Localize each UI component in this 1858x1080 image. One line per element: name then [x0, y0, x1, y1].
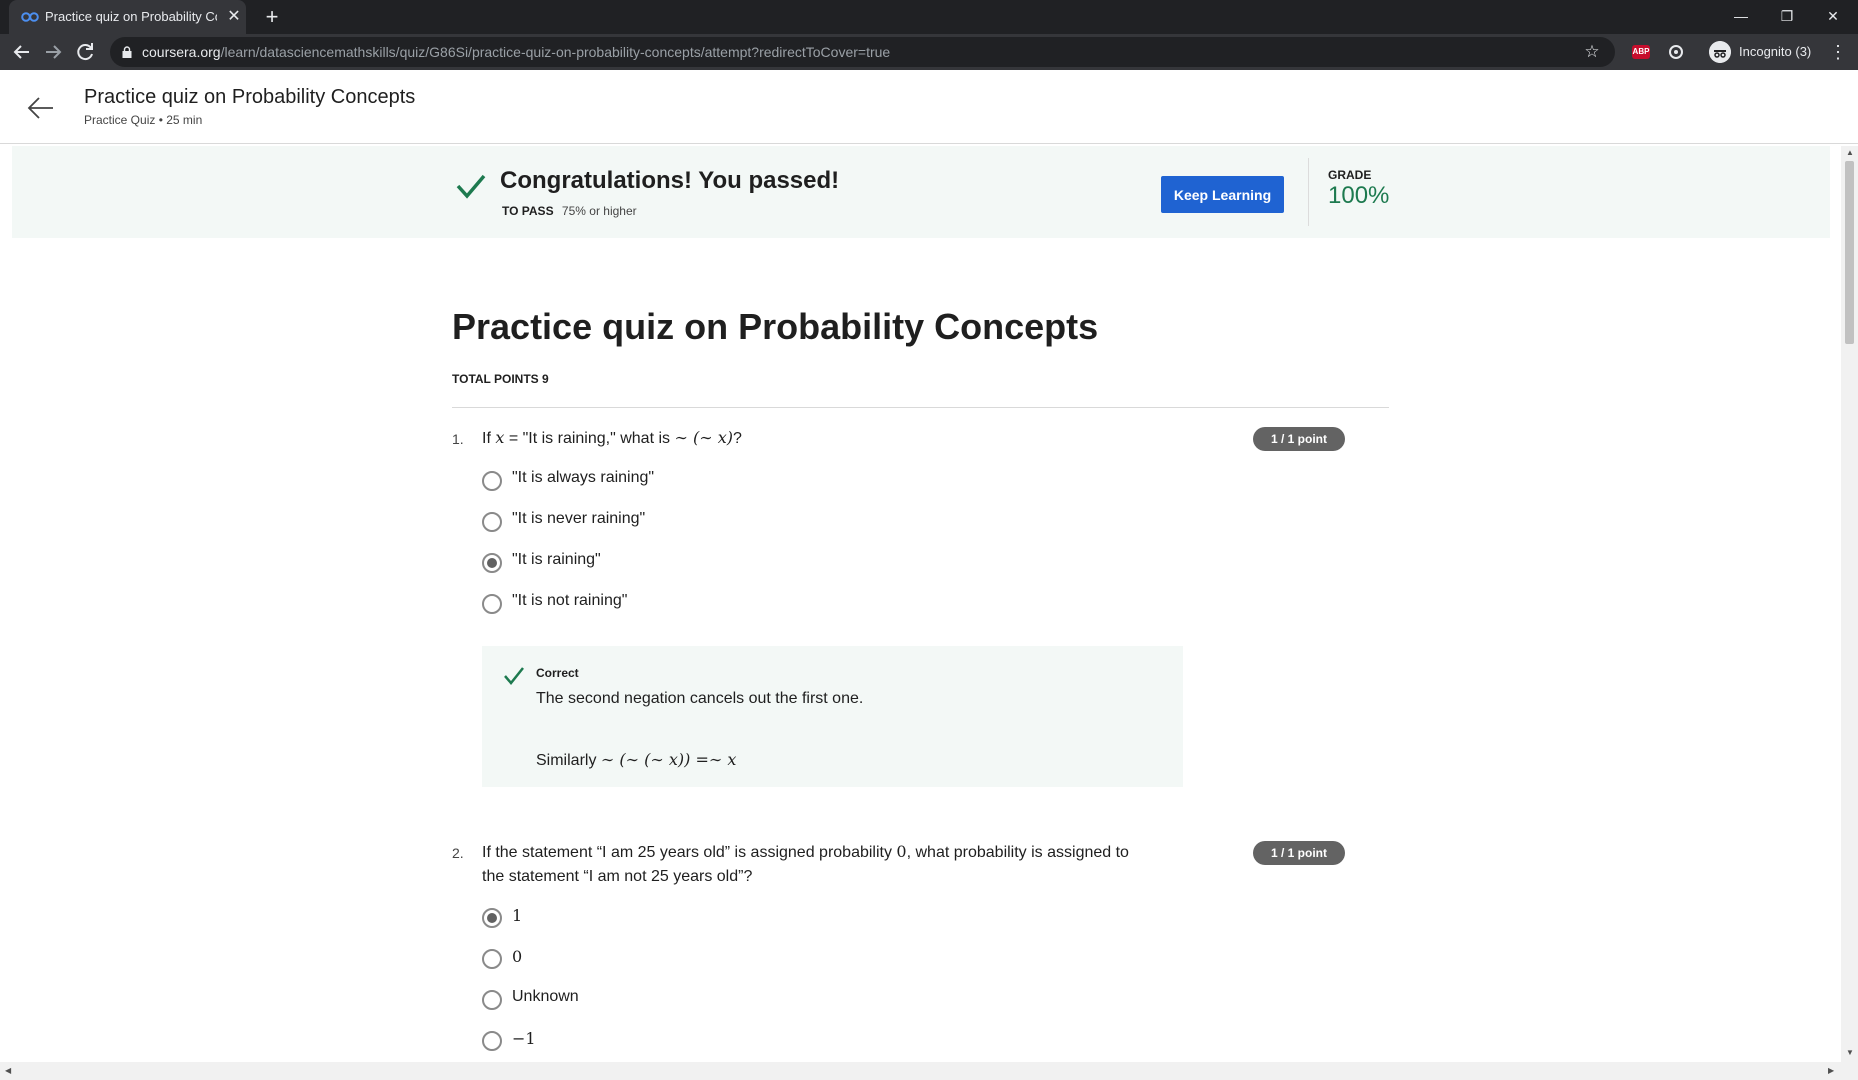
restore-button[interactable]: ❐ [1764, 2, 1810, 30]
scroll-down-arrow-icon[interactable]: ▼ [1846, 1048, 1854, 1057]
close-window-button[interactable]: ✕ [1810, 2, 1856, 30]
extension-icon[interactable] [1667, 43, 1685, 61]
scroll-up-arrow-icon[interactable]: ▲ [1846, 148, 1854, 157]
math-value: 0 [896, 842, 907, 861]
tab-close-icon[interactable]: ✕ [224, 7, 244, 27]
back-arrow-icon[interactable] [10, 40, 34, 64]
horizontal-scrollbar[interactable]: ◀ ▶ [0, 1062, 1858, 1080]
math-expression: ∼ (∼ (∼ x)) =∼ x [600, 750, 737, 769]
feedback-text-prefix: Similarly [536, 752, 601, 769]
profile-button[interactable]: Incognito (3) [1705, 39, 1830, 65]
math-expression: ∼ (∼ x) [674, 428, 733, 447]
radio-icon[interactable] [482, 512, 502, 532]
option-label: "It is not raining" [512, 592, 628, 609]
profile-label: Incognito (3) [1739, 44, 1812, 59]
radio-icon[interactable] [482, 553, 502, 573]
option-label: −1 [512, 1029, 536, 1048]
check-icon [504, 667, 524, 685]
feedback-label: Correct [536, 666, 579, 680]
forward-arrow-icon[interactable] [41, 40, 65, 64]
reload-icon[interactable] [73, 40, 97, 64]
incognito-icon [1709, 41, 1731, 63]
radio-icon[interactable] [482, 1031, 502, 1051]
url-path: /learn/datasciencemathskills/quiz/G86Si/… [220, 44, 891, 60]
minimize-button[interactable]: — [1718, 2, 1764, 30]
keep-learning-button[interactable]: Keep Learning [1161, 176, 1284, 213]
address-bar[interactable]: coursera.org/learn/datasciencemathskills… [110, 37, 1615, 67]
to-pass-label: TO PASS [502, 204, 554, 218]
banner-divider [1308, 158, 1309, 226]
grade-value: 100% [1328, 182, 1390, 209]
question-text-part: If the statement “I am 25 years old” is … [482, 844, 897, 861]
browser-toolbar: coursera.org/learn/datasciencemathskills… [0, 34, 1858, 70]
total-points: TOTAL POINTS 9 [452, 372, 549, 386]
feedback-text: The second negation cancels out the firs… [536, 690, 864, 707]
star-icon[interactable]: ☆ [1581, 41, 1603, 63]
browser-tab[interactable]: Practice quiz on Probability Conc ✕ [9, 0, 246, 34]
option-label: "It is raining" [512, 551, 601, 568]
question-text-part: ? [732, 430, 742, 447]
feedback-box: Correct The second negation cancels out … [482, 646, 1183, 787]
option-label: "It is always raining" [512, 469, 655, 486]
menu-icon[interactable]: ⋮ [1828, 40, 1848, 64]
question-text: If x = "It is raining," what is ∼ (∼ x)? [482, 426, 742, 451]
abp-icon[interactable]: ABP [1632, 45, 1650, 59]
lock-icon [122, 46, 132, 58]
option-label: 0 [512, 947, 523, 966]
scroll-right-arrow-icon[interactable]: ▶ [1828, 1066, 1834, 1075]
page-title: Practice quiz on Probability Concepts [452, 306, 1099, 347]
question-number: 1. [452, 431, 464, 447]
question-line: If the statement “I am 25 years old” is … [482, 840, 1202, 865]
question-text-part: = "It is raining," what is [504, 430, 675, 447]
quiz-header: Practice quiz on Probability Concepts Pr… [0, 70, 1858, 144]
vertical-scrollbar[interactable]: ▲ ▼ [1841, 146, 1858, 1062]
browser-tab-strip: Practice quiz on Probability Conc ✕ + — … [0, 0, 1858, 34]
radio-icon[interactable] [482, 990, 502, 1010]
banner-title: Congratulations! You passed! [500, 167, 840, 194]
radio-icon[interactable] [482, 594, 502, 614]
question-number: 2. [452, 845, 464, 861]
url-text[interactable]: coursera.org/learn/datasciencemathskills… [142, 44, 890, 60]
back-arrow-icon[interactable] [26, 93, 56, 123]
new-tab-button[interactable]: + [260, 5, 284, 29]
header-subtitle: Practice Quiz • 25 min [84, 113, 203, 127]
to-pass-row: TO PASS 75% or higher [502, 204, 637, 218]
url-host: coursera.org [142, 44, 221, 60]
radio-icon[interactable] [482, 949, 502, 969]
question-text: If the statement “I am 25 years old” is … [482, 840, 1202, 889]
point-badge: 1 / 1 point [1253, 427, 1345, 451]
coursera-logo-icon [21, 12, 39, 22]
grade-label: GRADE [1328, 168, 1372, 182]
option-label: 1 [512, 906, 523, 925]
option-label: Unknown [512, 988, 579, 1005]
option-label: "It is never raining" [512, 510, 646, 527]
feedback-text-math: Similarly ∼ (∼ (∼ x)) =∼ x [536, 750, 736, 770]
header-title: Practice quiz on Probability Concepts [84, 86, 416, 108]
pass-banner: Congratulations! You passed! TO PASS 75%… [12, 146, 1830, 238]
question-line: the statement “I am not 25 years old”? [482, 868, 753, 885]
to-pass-value: 75% or higher [561, 204, 637, 218]
check-icon [456, 174, 486, 199]
point-badge: 1 / 1 point [1253, 841, 1345, 865]
question-text-part: If [482, 430, 496, 447]
tab-title: Practice quiz on Probability Conc [45, 9, 217, 24]
scrollbar-thumb[interactable] [1845, 161, 1854, 344]
scroll-left-arrow-icon[interactable]: ◀ [5, 1066, 11, 1075]
radio-icon[interactable] [482, 471, 502, 491]
radio-icon[interactable] [482, 908, 502, 928]
question-text-part: , what probability is assigned to [906, 844, 1129, 861]
title-divider [452, 407, 1389, 408]
